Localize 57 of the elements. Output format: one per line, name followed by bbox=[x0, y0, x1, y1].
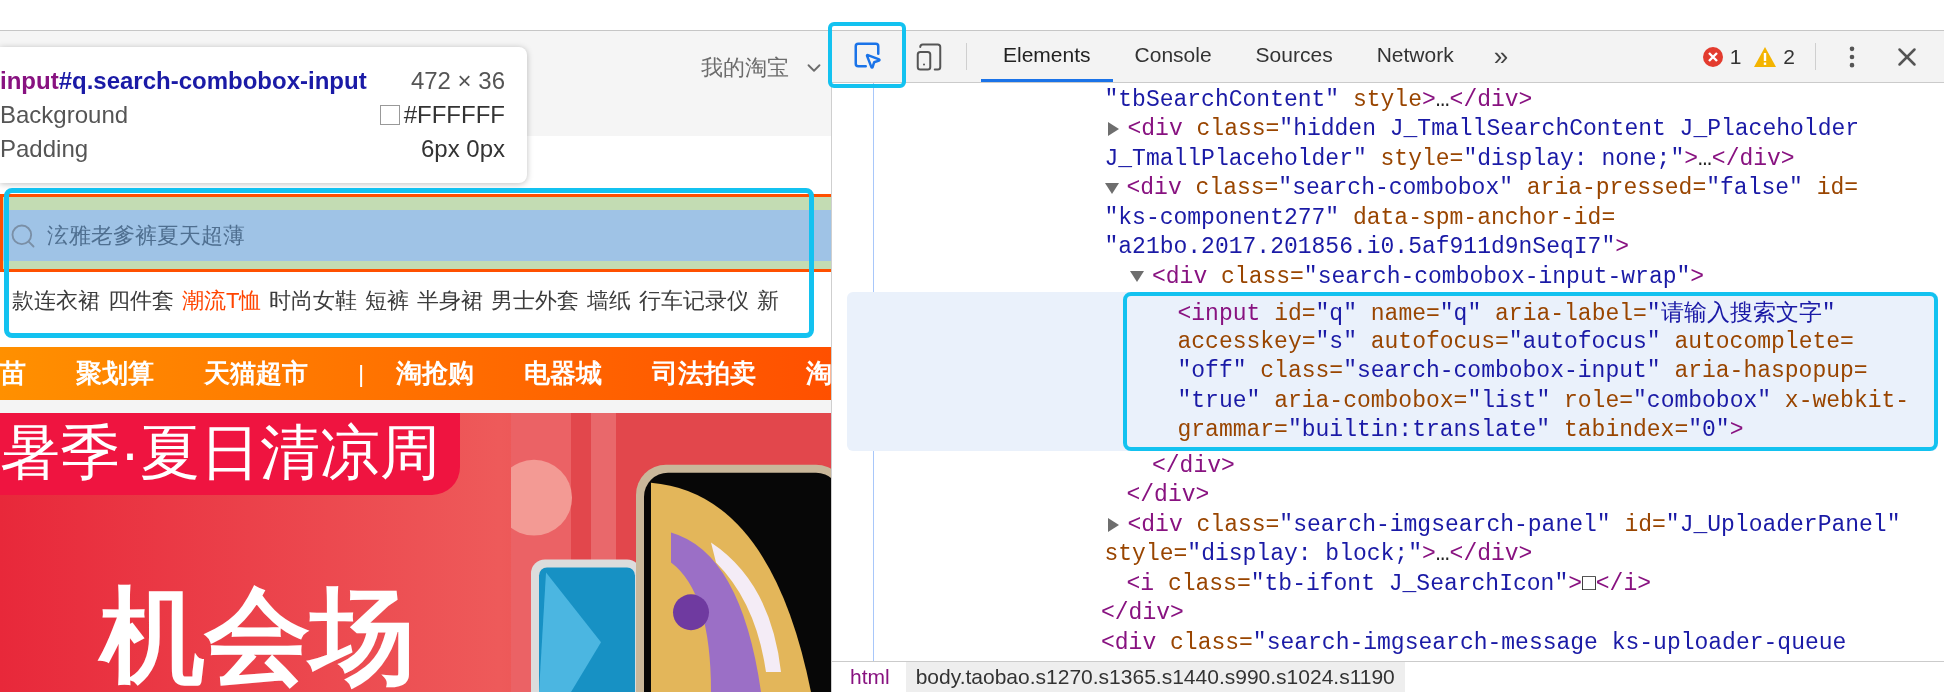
element-selector: input#q.search-combobox-input bbox=[0, 67, 367, 95]
nav-separator: | bbox=[358, 359, 365, 388]
code-line: J_TmallPlaceholder" style="display: none;">…</div> bbox=[1104, 145, 1795, 172]
search-placeholder: 泫雅老爹裤夏天超薄 bbox=[47, 221, 245, 250]
breadcrumb[interactable]: html bbox=[840, 662, 900, 692]
selected-node-row[interactable] bbox=[847, 291, 1938, 451]
account-menu[interactable]: 我的淘宝 bbox=[701, 53, 789, 83]
hot-search-link[interactable]: 四件套 bbox=[108, 286, 174, 316]
hot-search-link[interactable]: 短裤 bbox=[365, 286, 410, 316]
code-line: "off" class="search-combobox-input" aria-haspopup= bbox=[1177, 358, 1868, 385]
devtools-tab[interactable]: Network bbox=[1354, 31, 1476, 82]
breadcrumb[interactable]: body.taobao.s1270.s1365.s1440.s990.s1024.s1190 bbox=[905, 662, 1405, 692]
banner-tag: 暑季·夏日清凉周 bbox=[0, 413, 460, 495]
code-line: "ks-component277" data-spm-anchor-id= bbox=[1104, 204, 1616, 231]
code-line: grammar="builtin:translate" tabindex="0"> bbox=[1177, 417, 1744, 444]
code-line: </div> bbox=[1126, 482, 1210, 509]
code-line: </div> bbox=[1152, 452, 1235, 479]
warning-icon bbox=[1753, 45, 1778, 68]
triangle-icon[interactable] bbox=[1104, 182, 1119, 194]
code-line: style="display: block;">…</div> bbox=[1104, 541, 1533, 568]
devtools-tab[interactable]: Console bbox=[1112, 31, 1234, 82]
inspect-button[interactable] bbox=[828, 22, 906, 88]
code-line: "true" aria-combobox="list" role="combobox" x-webkit- bbox=[1177, 387, 1910, 414]
color-swatch-icon bbox=[379, 105, 400, 125]
code-line: "tbSearchContent" style>…</div> bbox=[1104, 86, 1533, 113]
code-line: </div> bbox=[1101, 600, 1184, 627]
hot-search-link[interactable]: 半身裙 bbox=[417, 286, 484, 316]
code-line: "a21bo.2017.201856.i0.5af911d9nSeqI7"> bbox=[1104, 234, 1629, 261]
code-line: <div class="search-imgsearch-message ks-uploader-queue bbox=[1101, 629, 1847, 656]
code-line: <i class="tb-ifont J_SearchIcon">□</i> bbox=[1126, 570, 1652, 597]
code-line: accesskey="s" autofocus="autofocus" autocomplete= bbox=[1177, 328, 1854, 355]
hot-search-link[interactable]: 行车记录仪 bbox=[639, 286, 750, 316]
triangle-icon[interactable] bbox=[1107, 122, 1119, 137]
code-line: <div class="search-combobox" aria-pressed="false" id= bbox=[1126, 175, 1859, 202]
property-value: 6px 0px bbox=[420, 135, 505, 163]
hot-search-link[interactable]: 男士外套 bbox=[491, 286, 580, 316]
promo-banner[interactable]: 暑季·夏日清凉周 机会场 bbox=[0, 413, 831, 692]
banner-headline: 机会场 bbox=[100, 583, 415, 688]
code-line: <input id="q" name="q" aria-label="请输入搜索文字" bbox=[1177, 299, 1836, 328]
hot-search-link[interactable]: 新 bbox=[757, 286, 780, 316]
property-value: #FFFFFF bbox=[403, 101, 505, 129]
devtools-tab[interactable]: Sources bbox=[1233, 31, 1355, 82]
warning-count: 2 bbox=[1783, 44, 1795, 69]
error-count: 1 bbox=[1729, 44, 1742, 69]
element-size: 472 × 36 bbox=[410, 67, 505, 95]
property-label: Background bbox=[0, 101, 129, 129]
property-label: Padding bbox=[0, 135, 89, 163]
code-line: <div class="hidden J_TmallSearchContent J_Placeholder bbox=[1127, 116, 1860, 143]
hot-search-link[interactable]: 墙纸 bbox=[587, 286, 632, 316]
code-line: <div class="search-combobox-input-wrap"> bbox=[1152, 263, 1705, 290]
code-line: <div class="search-imgsearch-panel" id="J_UploaderPanel" bbox=[1127, 511, 1901, 538]
triangle-icon[interactable] bbox=[1107, 517, 1119, 532]
error-icon bbox=[1701, 45, 1724, 68]
hot-search-link[interactable]: 款连衣裙 bbox=[12, 286, 100, 316]
hot-search-link[interactable]: 时尚女鞋 bbox=[269, 286, 358, 316]
cursor-icon bbox=[852, 40, 882, 70]
more-tabs-button[interactable]: » bbox=[1475, 31, 1527, 82]
